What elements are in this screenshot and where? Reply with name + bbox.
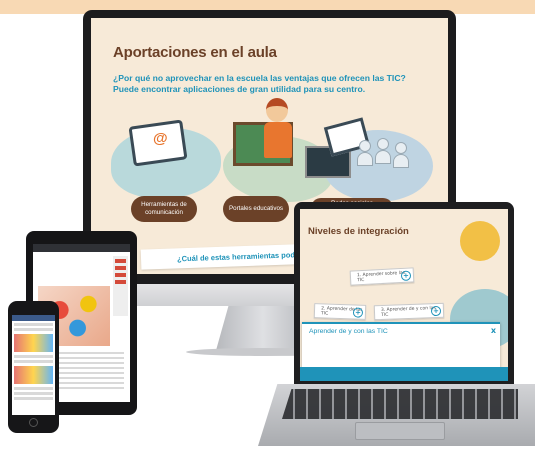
pill-communication-tools[interactable]: Herramientas de comunicación xyxy=(131,196,197,222)
intro-question: ¿Por qué no aprovechar en la escuela las… xyxy=(113,73,433,95)
phone-text-line xyxy=(14,397,53,400)
phone-text-line xyxy=(14,355,53,358)
level-card-2[interactable]: 2. Aprender de las TIC + xyxy=(313,303,367,320)
teacher-head-illustration xyxy=(266,98,288,122)
phone-home-button[interactable] xyxy=(29,418,38,427)
phone-image xyxy=(14,334,53,352)
phone-text-line xyxy=(14,392,53,395)
modal-title: Aprender de y con las TIC xyxy=(309,328,388,335)
phone-image xyxy=(14,366,53,384)
people-network-icon xyxy=(353,138,413,178)
pill-educational-portals[interactable]: Portales educativos xyxy=(223,196,289,222)
laptop-page-title: Niveles de integración xyxy=(308,226,409,237)
phone-header-bar xyxy=(12,315,55,321)
bottom-nav-bar[interactable] xyxy=(300,367,508,381)
phone-text-line xyxy=(14,328,53,331)
phone-text-line xyxy=(14,387,53,390)
phone-text-line xyxy=(14,360,53,363)
phone-text-line xyxy=(14,323,53,326)
tablet-header-bar xyxy=(33,244,130,252)
at-sign-icon: @ xyxy=(153,130,168,147)
level-card-3[interactable]: 3. Aprender de y con las TIC + xyxy=(373,302,445,321)
intro-question-line-2: Puede encontrar aplicaciones de gran uti… xyxy=(113,84,366,94)
phone-screen xyxy=(12,315,55,415)
hanging-tag xyxy=(460,221,500,261)
intro-question-line-1: ¿Por qué no aprovechar en la escuela las… xyxy=(113,73,406,83)
level-card-1[interactable]: 1. Aprender sobre las TIC + xyxy=(349,267,415,286)
page-title: Aportaciones en el aula xyxy=(113,44,277,61)
teacher-body-illustration xyxy=(264,122,292,158)
devices-collage: Aportaciones en el aula ¿Por qué no apro… xyxy=(0,0,535,459)
tablet-sidebar xyxy=(113,256,128,316)
laptop-screen: Niveles de integración 1. Aprender sobre… xyxy=(300,209,508,381)
laptop-keyboard xyxy=(282,389,518,419)
close-icon[interactable]: x xyxy=(491,326,496,335)
laptop-trackpad xyxy=(355,422,445,440)
